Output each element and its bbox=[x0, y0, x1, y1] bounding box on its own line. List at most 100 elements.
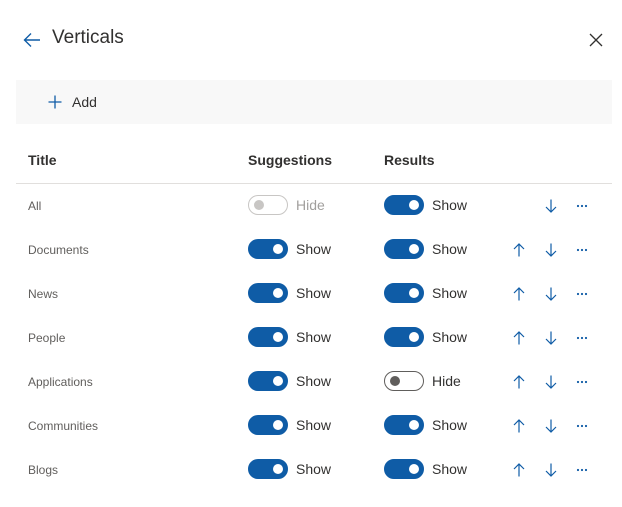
arrow-down-icon bbox=[545, 375, 557, 389]
arrow-down-icon bbox=[545, 419, 557, 433]
results-toggle-control[interactable]: Show bbox=[384, 283, 467, 303]
toggle-knob bbox=[254, 200, 264, 210]
suggestions-toggle[interactable] bbox=[248, 371, 288, 391]
more-options-button[interactable] bbox=[574, 242, 590, 258]
toggle-knob bbox=[273, 332, 283, 342]
suggestions-toggle[interactable] bbox=[248, 327, 288, 347]
arrow-down-icon bbox=[545, 463, 557, 477]
suggestions-toggle-label: Hide bbox=[296, 197, 325, 213]
add-button[interactable]: Add bbox=[48, 92, 97, 112]
results-toggle-control[interactable]: Show bbox=[384, 239, 467, 259]
more-icon bbox=[576, 292, 588, 296]
move-down-button[interactable] bbox=[543, 330, 559, 346]
vertical-row: Communities Show Show bbox=[16, 404, 612, 448]
arrow-down-icon bbox=[545, 243, 557, 257]
move-up-button[interactable] bbox=[511, 242, 527, 258]
move-up-button[interactable] bbox=[511, 286, 527, 302]
results-toggle[interactable] bbox=[384, 195, 424, 215]
move-down-button[interactable] bbox=[543, 286, 559, 302]
toggle-knob bbox=[273, 288, 283, 298]
arrow-up-icon bbox=[513, 419, 525, 433]
command-bar: Add bbox=[16, 80, 612, 124]
vertical-row: News Show Show bbox=[16, 272, 612, 316]
toggle-knob bbox=[409, 332, 419, 342]
toggle-knob bbox=[409, 420, 419, 430]
toggle-knob bbox=[409, 200, 419, 210]
add-label: Add bbox=[72, 94, 97, 110]
move-up-button[interactable] bbox=[511, 462, 527, 478]
results-toggle-control[interactable]: Show bbox=[384, 195, 467, 215]
suggestions-toggle-control[interactable]: Show bbox=[248, 283, 331, 303]
results-toggle[interactable] bbox=[384, 327, 424, 347]
back-button[interactable] bbox=[20, 28, 44, 52]
more-options-button[interactable] bbox=[574, 418, 590, 434]
suggestions-toggle bbox=[248, 195, 288, 215]
arrow-left-icon bbox=[23, 33, 40, 47]
suggestions-toggle-control[interactable]: Show bbox=[248, 327, 331, 347]
results-toggle-control[interactable]: Hide bbox=[384, 371, 461, 391]
vertical-title: News bbox=[28, 287, 59, 301]
results-toggle-label: Show bbox=[432, 285, 468, 301]
vertical-row: Documents Show Show bbox=[16, 228, 612, 272]
close-icon bbox=[589, 33, 603, 47]
results-toggle[interactable] bbox=[384, 239, 424, 259]
suggestions-toggle-label: Show bbox=[296, 241, 332, 257]
vertical-row: Applications Show Hide bbox=[16, 360, 612, 404]
results-toggle[interactable] bbox=[384, 459, 424, 479]
toggle-knob bbox=[409, 288, 419, 298]
vertical-title: Applications bbox=[28, 375, 93, 389]
more-options-button[interactable] bbox=[574, 374, 590, 390]
more-options-button[interactable] bbox=[574, 462, 590, 478]
vertical-title: Documents bbox=[28, 243, 89, 257]
more-icon bbox=[576, 380, 588, 384]
move-down-button[interactable] bbox=[543, 198, 559, 214]
move-down-button[interactable] bbox=[543, 374, 559, 390]
suggestions-toggle[interactable] bbox=[248, 239, 288, 259]
arrow-up-icon bbox=[513, 331, 525, 345]
more-icon bbox=[576, 248, 588, 252]
suggestions-toggle-control[interactable]: Show bbox=[248, 371, 331, 391]
move-up-button[interactable] bbox=[511, 374, 527, 390]
suggestions-toggle[interactable] bbox=[248, 415, 288, 435]
suggestions-toggle[interactable] bbox=[248, 283, 288, 303]
more-options-button[interactable] bbox=[574, 330, 590, 346]
results-toggle-label: Show bbox=[432, 329, 468, 345]
move-down-button[interactable] bbox=[543, 418, 559, 434]
suggestions-toggle-label: Show bbox=[296, 285, 332, 301]
move-down-button[interactable] bbox=[543, 242, 559, 258]
results-toggle[interactable] bbox=[384, 371, 424, 391]
suggestions-toggle-control[interactable]: Show bbox=[248, 239, 331, 259]
vertical-title: Communities bbox=[28, 419, 99, 433]
arrow-up-icon bbox=[513, 243, 525, 257]
column-header-results: Results bbox=[384, 152, 435, 168]
more-icon bbox=[576, 424, 588, 428]
close-button[interactable] bbox=[584, 28, 608, 52]
more-icon bbox=[576, 204, 588, 208]
results-toggle-label: Show bbox=[432, 461, 468, 477]
arrow-down-icon bbox=[545, 199, 557, 213]
move-up-button[interactable] bbox=[511, 330, 527, 346]
results-toggle[interactable] bbox=[384, 283, 424, 303]
suggestions-toggle-control: Hide bbox=[248, 195, 325, 215]
toggle-knob bbox=[273, 244, 283, 254]
column-header-title: Title bbox=[28, 152, 57, 168]
more-options-button[interactable] bbox=[574, 286, 590, 302]
results-toggle-control[interactable]: Show bbox=[384, 415, 467, 435]
suggestions-toggle-label: Show bbox=[296, 461, 332, 477]
vertical-title: All bbox=[28, 199, 42, 213]
suggestions-toggle-control[interactable]: Show bbox=[248, 415, 331, 435]
arrow-up-icon bbox=[513, 375, 525, 389]
arrow-up-icon bbox=[513, 287, 525, 301]
panel-header: Verticals bbox=[0, 0, 622, 80]
results-toggle[interactable] bbox=[384, 415, 424, 435]
suggestions-toggle-label: Show bbox=[296, 373, 332, 389]
move-up-button[interactable] bbox=[511, 418, 527, 434]
vertical-row: All Hide Show bbox=[16, 184, 612, 228]
suggestions-toggle-control[interactable]: Show bbox=[248, 459, 331, 479]
results-toggle-control[interactable]: Show bbox=[384, 459, 467, 479]
more-options-button[interactable] bbox=[574, 198, 590, 214]
results-toggle-label: Show bbox=[432, 197, 468, 213]
results-toggle-control[interactable]: Show bbox=[384, 327, 467, 347]
move-down-button[interactable] bbox=[543, 462, 559, 478]
suggestions-toggle[interactable] bbox=[248, 459, 288, 479]
